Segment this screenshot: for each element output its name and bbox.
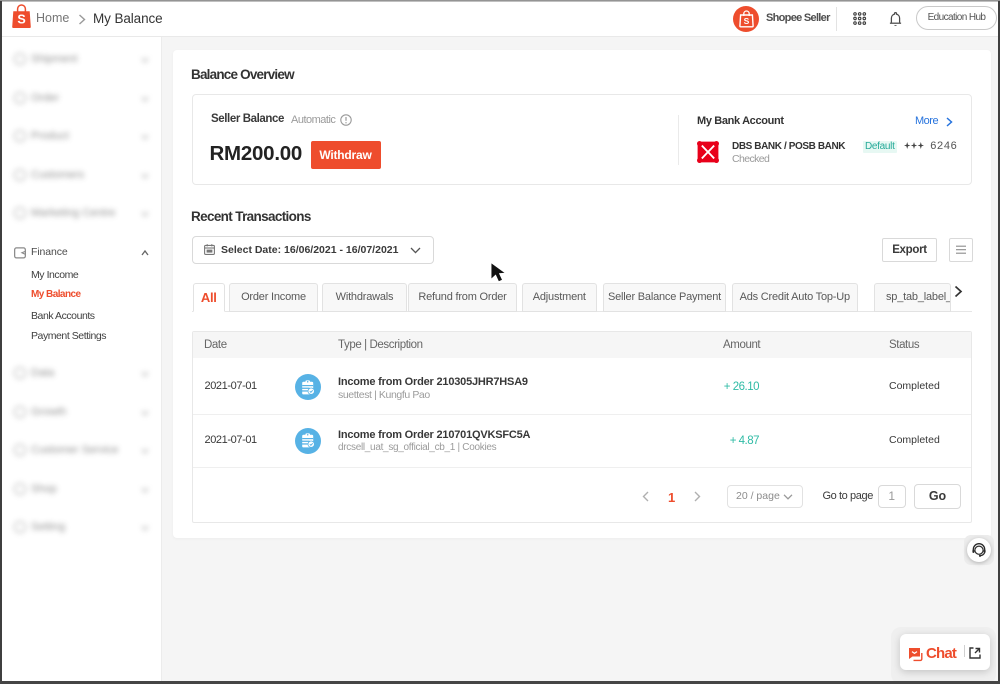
svg-text:S: S <box>17 13 25 27</box>
svg-text:S: S <box>743 16 749 26</box>
